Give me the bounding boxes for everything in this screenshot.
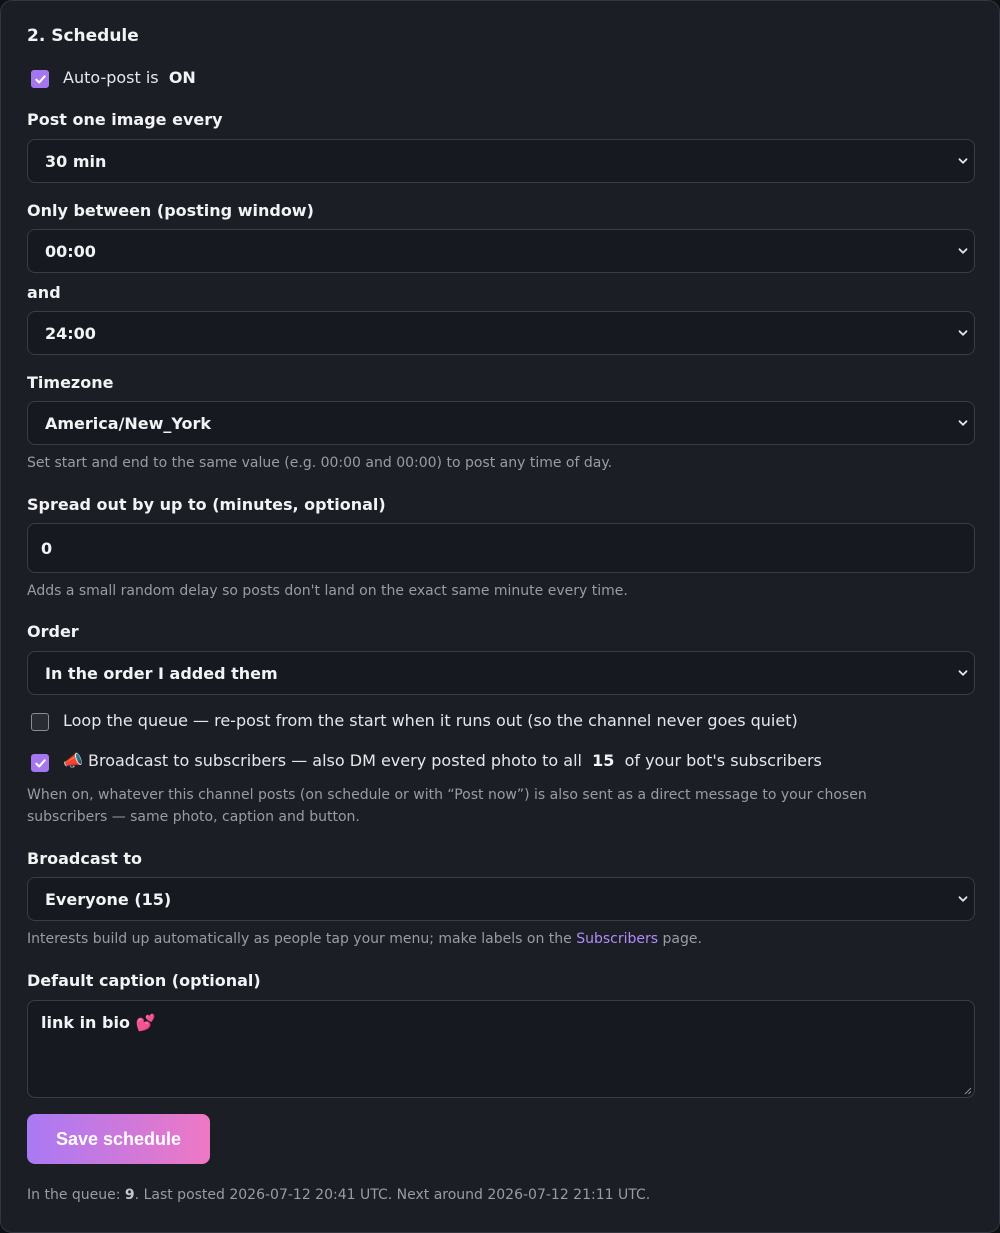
autopost-label: Auto-post is ON [63,68,196,87]
caption-value: link in bio 💕 [41,1013,156,1032]
spread-help: Adds a small random delay so posts don't… [27,583,628,599]
window-end-value: 24:00 [45,324,96,343]
queue-status: In the queue: 9. Last posted 2026-07-12 … [27,1187,650,1203]
timezone-value: America/New_York [45,414,212,433]
queue-count: 9 [124,1187,135,1203]
timezone-help: Set start and end to the same value (e.g… [27,455,613,471]
window-end-select[interactable]: 24:00 [27,311,975,355]
chevron-down-icon [958,670,968,676]
window-label: Only between (posting window) [27,201,314,220]
order-label: Order [27,622,79,641]
broadcast-label: 📣 Broadcast to subscribers — also DM eve… [63,751,822,770]
broadcast-to-select[interactable]: Everyone (15) [27,877,975,921]
window-start-value: 00:00 [45,242,96,261]
section-title: 2. Schedule [27,26,139,46]
chevron-down-icon [958,158,968,164]
autopost-label-text: Auto-post is [63,68,159,87]
queue-label: In the queue: [27,1187,121,1203]
broadcast-to-label: Broadcast to [27,849,142,868]
loop-label: Loop the queue — re-post from the start … [63,711,798,730]
broadcast-label-text: 📣 Broadcast to subscribers — also DM eve… [63,751,582,770]
broadcast-to-help-text: Interests build up automatically as peop… [27,931,572,947]
chevron-down-icon [958,420,968,426]
checkmark-icon [34,74,46,83]
broadcast-to-help-suffix: page. [662,931,702,947]
subscribers-link[interactable]: Subscribers [576,931,658,947]
chevron-down-icon [958,896,968,902]
schedule-panel: 2. Schedule Auto-post is ON Post one ima… [0,0,1000,1233]
save-schedule-button[interactable]: Save schedule [27,1114,210,1164]
broadcast-label-suffix: of your bot's subscribers [624,751,822,770]
timezone-select[interactable]: America/New_York [27,401,975,445]
chevron-down-icon [958,248,968,254]
timezone-label: Timezone [27,373,114,392]
resize-handle-icon[interactable] [963,1086,972,1095]
window-and-label: and [27,283,61,302]
chevron-down-icon [958,330,968,336]
loop-checkbox[interactable] [31,713,49,731]
interval-select[interactable]: 30 min [27,139,975,183]
checkmark-icon [34,758,46,767]
broadcast-help-line-1: When on, whatever this channel posts (on… [27,787,867,803]
broadcast-to-help: Interests build up automatically as peop… [27,928,702,950]
broadcast-help: When on, whatever this channel posts (on… [27,784,867,828]
caption-textarea[interactable]: link in bio 💕 [27,1000,975,1098]
spread-input[interactable]: 0 [27,523,975,573]
spread-value: 0 [41,539,53,558]
caption-label: Default caption (optional) [27,971,261,990]
window-start-select[interactable]: 00:00 [27,229,975,273]
broadcast-help-line-2: subscribers — same photo, caption and bu… [27,809,360,825]
spread-label: Spread out by up to (minutes, optional) [27,495,386,514]
interval-label: Post one image every [27,110,223,129]
queue-status-rest: . Last posted 2026-07-12 20:41 UTC. Next… [134,1187,651,1203]
interval-value: 30 min [45,152,107,171]
autopost-checkbox[interactable] [31,70,49,88]
broadcast-to-value: Everyone (15) [45,890,172,909]
broadcast-subscriber-count: 15 [592,751,615,770]
order-select[interactable]: In the order I added them [27,651,975,695]
autopost-state: ON [168,68,196,87]
broadcast-checkbox[interactable] [31,754,49,772]
order-value: In the order I added them [45,664,278,683]
